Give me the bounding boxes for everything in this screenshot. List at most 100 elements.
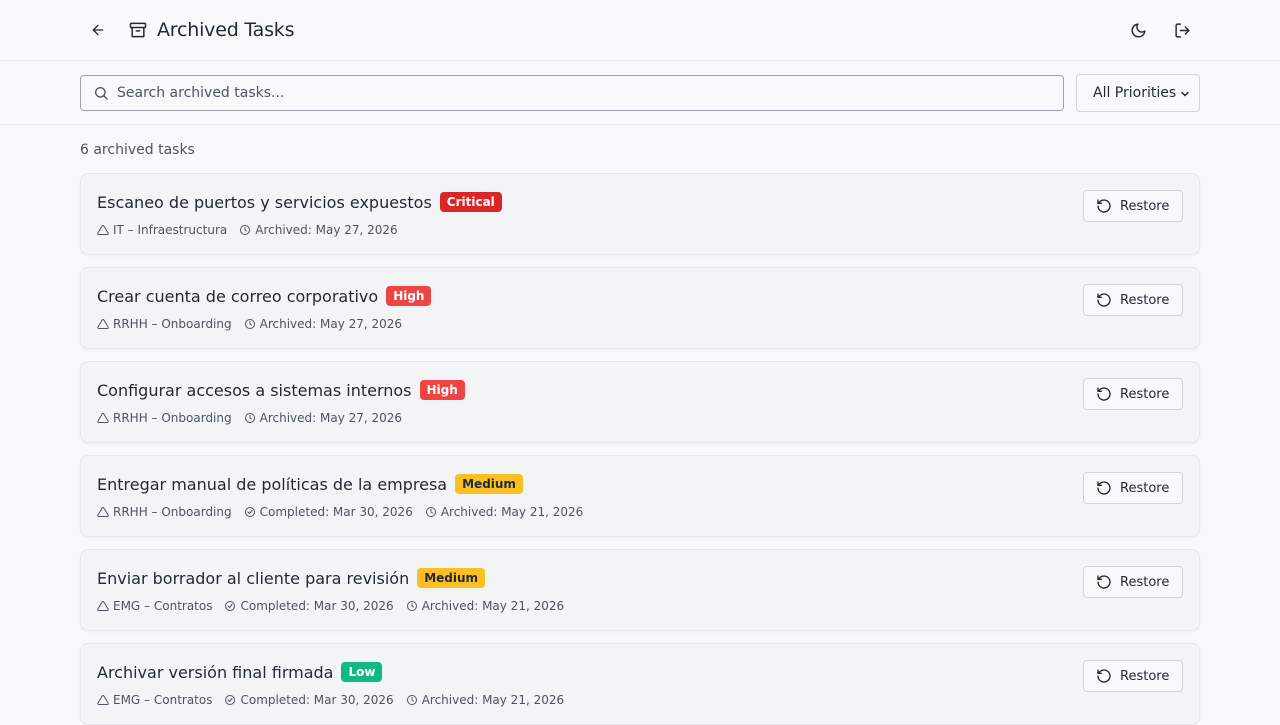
warning-triangle-icon [97, 412, 109, 424]
archived-meta: Archived: May 27, 2026 [244, 411, 402, 425]
logout-button[interactable] [1166, 14, 1198, 46]
task-title: Escaneo de puertos y servicios expuestos [97, 192, 432, 212]
restore-label: Restore [1120, 292, 1170, 308]
archived-meta: Archived: May 27, 2026 [244, 317, 402, 331]
search-input[interactable] [117, 76, 1057, 110]
rotate-ccw-icon [1096, 198, 1112, 214]
clock-icon [244, 318, 256, 330]
project-label: RRHH – Onboarding [113, 411, 232, 425]
task-card: Enviar borrador al cliente para revisión… [80, 549, 1200, 631]
restore-label: Restore [1120, 574, 1170, 590]
project-label: RRHH – Onboarding [113, 505, 232, 519]
task-meta: RRHH – Onboarding Archived: May 27, 2026 [97, 410, 402, 426]
clock-icon [239, 224, 251, 236]
restore-button[interactable]: Restore [1083, 190, 1183, 222]
project-label: IT – Infraestructura [113, 223, 228, 237]
theme-toggle-button[interactable] [1122, 14, 1154, 46]
task-meta: IT – Infraestructura Archived: May 27, 2… [97, 222, 398, 238]
restore-button[interactable]: Restore [1083, 284, 1183, 316]
archived-meta: Archived: May 21, 2026 [406, 693, 564, 707]
completed-meta: Completed: Mar 30, 2026 [224, 599, 394, 613]
project-label: RRHH – Onboarding [113, 317, 232, 331]
priority-filter-value: All Priorities [1093, 85, 1177, 101]
task-meta: RRHH – Onboarding Archived: May 27, 2026 [97, 316, 402, 332]
task-card: Crear cuenta de correo corporativo High … [80, 267, 1200, 349]
completed-label: Completed: Mar 30, 2026 [259, 505, 413, 519]
task-meta: EMG – Contratos Completed: Mar 30, 2026 … [97, 692, 564, 708]
search-box [80, 75, 1064, 111]
restore-label: Restore [1120, 480, 1170, 496]
completed-label: Completed: Mar 30, 2026 [240, 599, 394, 613]
check-circle-icon [244, 506, 256, 518]
project-meta: EMG – Contratos [97, 693, 212, 707]
restore-button[interactable]: Restore [1083, 566, 1183, 598]
archived-label: Archived: May 21, 2026 [421, 599, 565, 613]
log-out-icon [1174, 22, 1191, 39]
back-button[interactable] [82, 14, 114, 46]
check-circle-icon [224, 694, 236, 706]
restore-label: Restore [1120, 198, 1170, 214]
completed-label: Completed: Mar 30, 2026 [240, 693, 394, 707]
archived-label: Archived: May 27, 2026 [259, 317, 403, 331]
priority-badge: High [419, 380, 465, 400]
restore-button[interactable]: Restore [1083, 660, 1183, 692]
task-title: Enviar borrador al cliente para revisión [97, 568, 410, 588]
warning-triangle-icon [97, 318, 109, 330]
task-title: Crear cuenta de correo corporativo [97, 286, 379, 306]
task-card: Archivar versión final firmada Low EMG –… [80, 643, 1200, 725]
restore-button[interactable]: Restore [1083, 378, 1183, 410]
task-card: Escaneo de puertos y servicios expuestos… [80, 173, 1200, 255]
task-title: Entregar manual de políticas de la empre… [97, 474, 448, 494]
search-icon [93, 85, 109, 101]
arrow-left-icon [90, 22, 106, 38]
priority-badge: Low [341, 662, 383, 682]
archived-label: Archived: May 27, 2026 [259, 411, 403, 425]
priority-badge: Critical [439, 192, 502, 212]
task-title: Configurar accesos a sistemas internos [97, 380, 412, 400]
rotate-ccw-icon [1096, 574, 1112, 590]
project-meta: IT – Infraestructura [97, 223, 227, 237]
restore-button[interactable]: Restore [1083, 472, 1183, 504]
app-header: Archived Tasks [0, 0, 1280, 61]
archived-label: Archived: May 27, 2026 [255, 223, 398, 237]
task-card: Configurar accesos a sistemas internos H… [80, 361, 1200, 443]
archived-meta: Archived: May 21, 2026 [406, 599, 564, 613]
clock-icon [425, 506, 437, 518]
project-label: EMG – Contratos [113, 599, 213, 613]
priority-badge: Medium [455, 474, 523, 494]
check-circle-icon [224, 600, 236, 612]
rotate-ccw-icon [1096, 668, 1112, 684]
completed-meta: Completed: Mar 30, 2026 [224, 693, 394, 707]
archived-label: Archived: May 21, 2026 [440, 505, 584, 519]
chevron-down-icon [1179, 88, 1191, 100]
rotate-ccw-icon [1096, 386, 1112, 402]
project-meta: RRHH – Onboarding [97, 505, 232, 519]
restore-label: Restore [1120, 386, 1170, 402]
warning-triangle-icon [97, 694, 109, 706]
filter-toolbar: All Priorities [0, 61, 1280, 125]
warning-triangle-icon [97, 224, 109, 236]
task-title: Archivar versión final firmada [97, 662, 334, 682]
archived-count: 6 archived tasks [80, 142, 195, 158]
warning-triangle-icon [97, 506, 109, 518]
priority-filter-select[interactable]: All Priorities [1076, 74, 1200, 112]
project-meta: RRHH – Onboarding [97, 411, 232, 425]
clock-icon [406, 694, 418, 706]
archive-box-icon [128, 20, 148, 40]
archived-meta: Archived: May 27, 2026 [239, 223, 398, 237]
clock-icon [406, 600, 418, 612]
priority-badge: High [386, 286, 432, 306]
project-label: EMG – Contratos [113, 693, 213, 707]
archived-meta: Archived: May 21, 2026 [425, 505, 583, 519]
completed-meta: Completed: Mar 30, 2026 [244, 505, 413, 519]
project-meta: RRHH – Onboarding [97, 317, 232, 331]
rotate-ccw-icon [1096, 292, 1112, 308]
moon-icon [1130, 22, 1147, 39]
rotate-ccw-icon [1096, 480, 1112, 496]
page-title: Archived Tasks [157, 19, 295, 41]
priority-badge: Medium [417, 568, 486, 588]
archived-label: Archived: May 21, 2026 [421, 693, 565, 707]
task-meta: EMG – Contratos Completed: Mar 30, 2026 … [97, 598, 564, 614]
clock-icon [244, 412, 256, 424]
page-title-group: Archived Tasks [128, 18, 295, 42]
